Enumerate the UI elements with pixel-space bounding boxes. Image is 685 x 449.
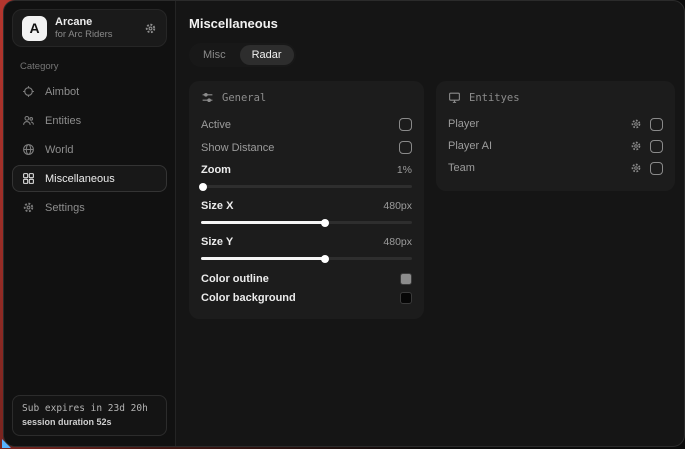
sidebar-nav: Aimbot Entities World — [4, 78, 175, 221]
globe-icon — [22, 143, 35, 156]
size-x-slider[interactable] — [201, 221, 412, 224]
gear-icon — [22, 201, 35, 214]
slider-thumb[interactable] — [199, 183, 207, 191]
sidebar-item-world[interactable]: World — [12, 136, 167, 163]
subscription-info: Sub expires in 23d 20h session duration … — [12, 395, 167, 436]
users-icon — [22, 114, 35, 127]
setting-row-size-x: Size X 480px — [201, 197, 412, 224]
sidebar-item-label: Entities — [45, 115, 81, 127]
sidebar: A Arcane for Arc Riders Category — [4, 1, 176, 446]
setting-row-color-background: Color background — [201, 288, 412, 307]
setting-row-size-y: Size Y 480px — [201, 233, 412, 260]
sidebar-item-label: World — [45, 144, 74, 156]
sidebar-item-entities[interactable]: Entities — [12, 107, 167, 134]
slider-thumb[interactable] — [321, 255, 329, 263]
sidebar-item-settings[interactable]: Settings — [12, 194, 167, 221]
monitor-icon — [448, 91, 461, 104]
team-checkbox[interactable] — [650, 162, 663, 175]
setting-row-active: Active — [201, 113, 412, 136]
gear-icon[interactable] — [630, 162, 642, 174]
entity-label: Player AI — [448, 140, 630, 152]
sidebar-item-aimbot[interactable]: Aimbot — [12, 78, 167, 105]
panel-title: Entityes — [469, 92, 520, 104]
setting-label: Color outline — [201, 273, 269, 285]
setting-label: Active — [201, 119, 231, 131]
setting-row-zoom: Zoom 1% — [201, 161, 412, 188]
entity-row-team: Team — [448, 157, 663, 179]
general-panel: General Active Show Distance Zoom 1% — [189, 81, 424, 319]
setting-row-show-distance: Show Distance — [201, 136, 412, 159]
sidebar-item-miscellaneous[interactable]: Miscellaneous — [12, 165, 167, 192]
setting-row-color-outline: Color outline — [201, 269, 412, 288]
gear-icon[interactable] — [630, 118, 642, 130]
app-logo: A — [22, 16, 47, 41]
entity-label: Team — [448, 162, 630, 174]
logo-card: A Arcane for Arc Riders — [12, 9, 167, 47]
setting-label: Size Y — [201, 236, 233, 248]
crosshair-icon — [22, 85, 35, 98]
app-window: A Arcane for Arc Riders Category — [3, 0, 685, 447]
slider-value: 1% — [397, 164, 412, 176]
sidebar-item-label: Settings — [45, 202, 85, 214]
entity-row-player-ai: Player AI — [448, 135, 663, 157]
player-checkbox[interactable] — [650, 118, 663, 131]
setting-label: Color background — [201, 292, 296, 304]
main-content: Miscellaneous Misc Radar General — [176, 1, 685, 446]
tab-bar: Misc Radar — [189, 43, 296, 67]
slider-value: 480px — [383, 236, 412, 248]
entity-label: Player — [448, 118, 630, 130]
setting-label: Zoom — [201, 164, 231, 176]
app-subtitle: for Arc Riders — [55, 29, 136, 40]
show-distance-checkbox[interactable] — [399, 141, 412, 154]
gear-icon[interactable] — [630, 140, 642, 152]
sliders-icon — [201, 91, 214, 104]
setting-label: Show Distance — [201, 142, 274, 154]
player-ai-checkbox[interactable] — [650, 140, 663, 153]
sub-expiry-text: Sub expires in 23d 20h — [22, 403, 157, 414]
tab-radar[interactable]: Radar — [240, 45, 294, 65]
entity-row-player: Player — [448, 113, 663, 135]
app-name: Arcane — [55, 16, 136, 29]
zoom-slider[interactable] — [201, 185, 412, 188]
setting-label: Size X — [201, 200, 233, 212]
color-background-swatch[interactable] — [400, 292, 412, 304]
sidebar-item-label: Aimbot — [45, 86, 79, 98]
size-y-slider[interactable] — [201, 257, 412, 260]
gear-icon[interactable] — [144, 22, 157, 35]
session-duration-text: session duration 52s — [22, 417, 157, 427]
entities-panel: Entityes Player Pl — [436, 81, 675, 191]
category-label: Category — [20, 61, 175, 72]
active-checkbox[interactable] — [399, 118, 412, 131]
slider-value: 480px — [383, 200, 412, 212]
grid-icon — [22, 172, 35, 185]
slider-thumb[interactable] — [321, 219, 329, 227]
panel-title: General — [222, 92, 266, 104]
tab-misc[interactable]: Misc — [191, 45, 238, 65]
page-title: Miscellaneous — [189, 16, 675, 31]
color-outline-swatch[interactable] — [400, 273, 412, 285]
sidebar-item-label: Miscellaneous — [45, 173, 115, 185]
